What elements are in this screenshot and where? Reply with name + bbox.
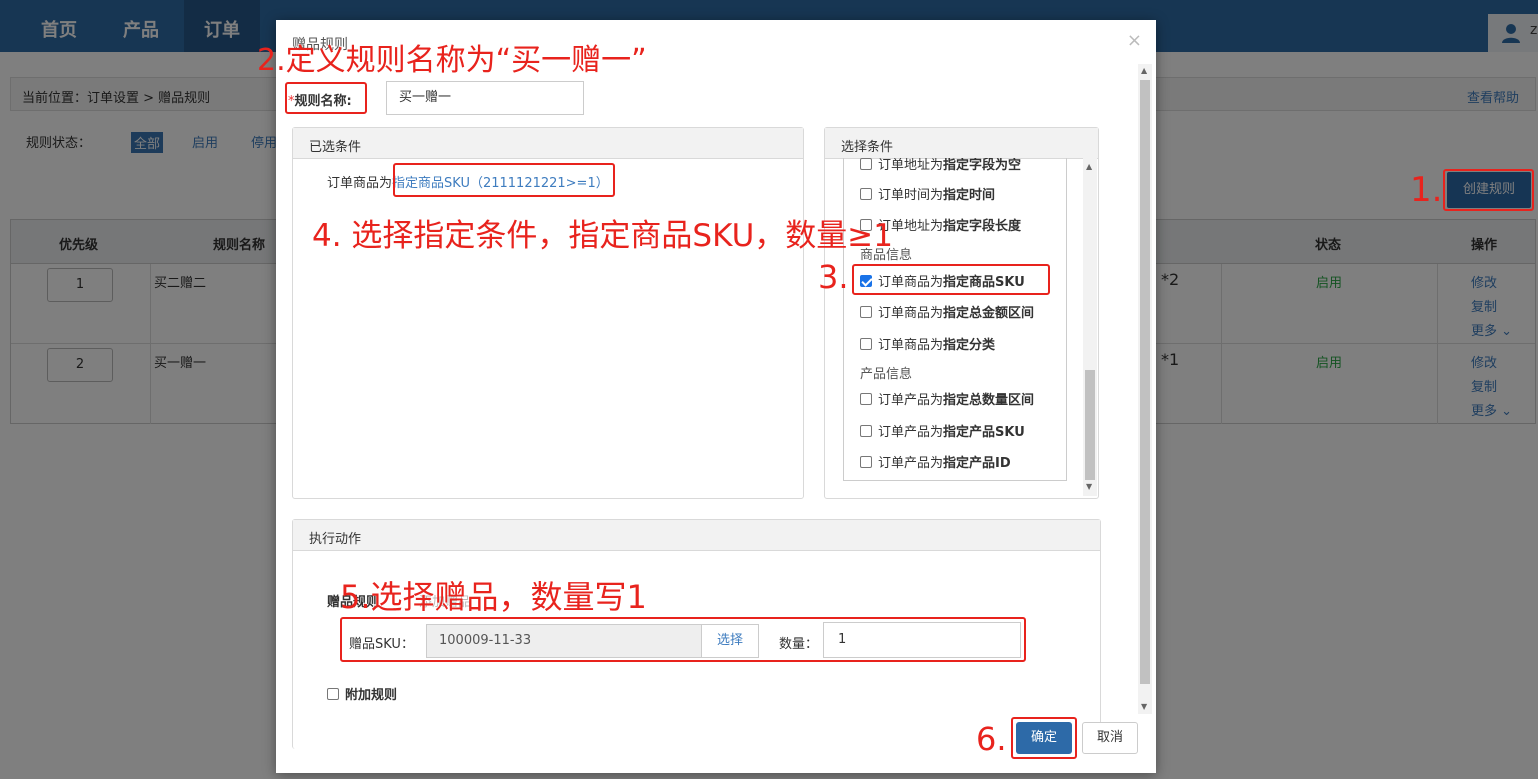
extra-rule-option[interactable]: 附加规则 xyxy=(327,684,397,703)
checkbox[interactable] xyxy=(327,688,339,700)
choose-conditions-title: 选择条件 xyxy=(841,140,894,155)
annotation-step-1: 1. xyxy=(1410,170,1443,210)
choose-conditions-panel: 选择条件 订单地址为指定字段为空 订单时间为指定时间 订单地址为指定字段长度 商… xyxy=(824,127,1099,499)
scroll-thumb[interactable] xyxy=(1140,80,1150,684)
cancel-button[interactable]: 取消 xyxy=(1082,722,1138,754)
condition-product-sku[interactable]: 订单产品为指定产品SKU xyxy=(860,421,1025,440)
highlight-gift-row xyxy=(340,617,1026,662)
rule-name-input[interactable]: 买一赠一 xyxy=(386,81,584,115)
scroll-up-icon[interactable]: ▲ xyxy=(1141,66,1147,75)
annotation-step-5: 5.选择赠品，数量写1 xyxy=(340,578,647,616)
checkbox[interactable] xyxy=(860,306,872,318)
checkbox[interactable] xyxy=(860,425,872,437)
checkbox[interactable] xyxy=(860,393,872,405)
checkbox[interactable] xyxy=(860,338,872,350)
highlight-sku-checkbox xyxy=(852,264,1050,295)
condition-product-id[interactable]: 订单产品为指定产品ID xyxy=(860,452,1011,471)
scroll-up-icon[interactable]: ▲ xyxy=(1086,162,1092,171)
condition-order-time[interactable]: 订单时间为指定时间 xyxy=(860,184,995,203)
gift-rule-dialog: 赠品规则 × ▲ ▼ *规则名称: 买一赠一 已选条件 订单商品为指定商品SKU… xyxy=(276,20,1156,773)
highlight-rule-name-label xyxy=(285,82,367,114)
close-icon[interactable]: × xyxy=(1127,30,1142,51)
highlight-selected-condition xyxy=(393,163,615,197)
group-product-detail: 产品信息 xyxy=(860,367,913,382)
highlight-create-button xyxy=(1443,169,1534,211)
condition-item-amount-range[interactable]: 订单商品为指定总金额区间 xyxy=(860,302,1034,321)
annotation-step-4: 4. 选择指定条件，指定商品SKU，数量≥1 xyxy=(312,218,893,254)
checkbox[interactable] xyxy=(860,158,872,170)
checkbox[interactable] xyxy=(860,188,872,200)
action-panel-title: 执行动作 xyxy=(309,532,362,547)
condition-list: 订单地址为指定字段为空 订单时间为指定时间 订单地址为指定字段长度 商品信息 订… xyxy=(843,158,1067,481)
condition-scrollbar[interactable]: ▲ ▼ xyxy=(1083,158,1097,496)
condition-product-qty-range[interactable]: 订单产品为指定总数量区间 xyxy=(860,389,1034,408)
highlight-confirm-button xyxy=(1011,717,1077,759)
scroll-down-icon[interactable]: ▼ xyxy=(1086,482,1092,491)
scroll-thumb[interactable] xyxy=(1085,370,1095,480)
checkbox[interactable] xyxy=(860,456,872,468)
annotation-step-6: 6. xyxy=(976,720,1007,758)
annotation-step-2: 2.定义规则名称为“买一赠一” xyxy=(257,43,647,78)
dialog-scrollbar[interactable]: ▲ ▼ xyxy=(1138,64,1152,714)
condition-item-category[interactable]: 订单商品为指定分类 xyxy=(860,334,995,353)
scroll-down-icon[interactable]: ▼ xyxy=(1141,702,1147,711)
condition-address-empty[interactable]: 订单地址为指定字段为空 xyxy=(860,158,1021,173)
selected-conditions-title: 已选条件 xyxy=(309,140,362,155)
annotation-step-3: 3. xyxy=(818,258,849,296)
